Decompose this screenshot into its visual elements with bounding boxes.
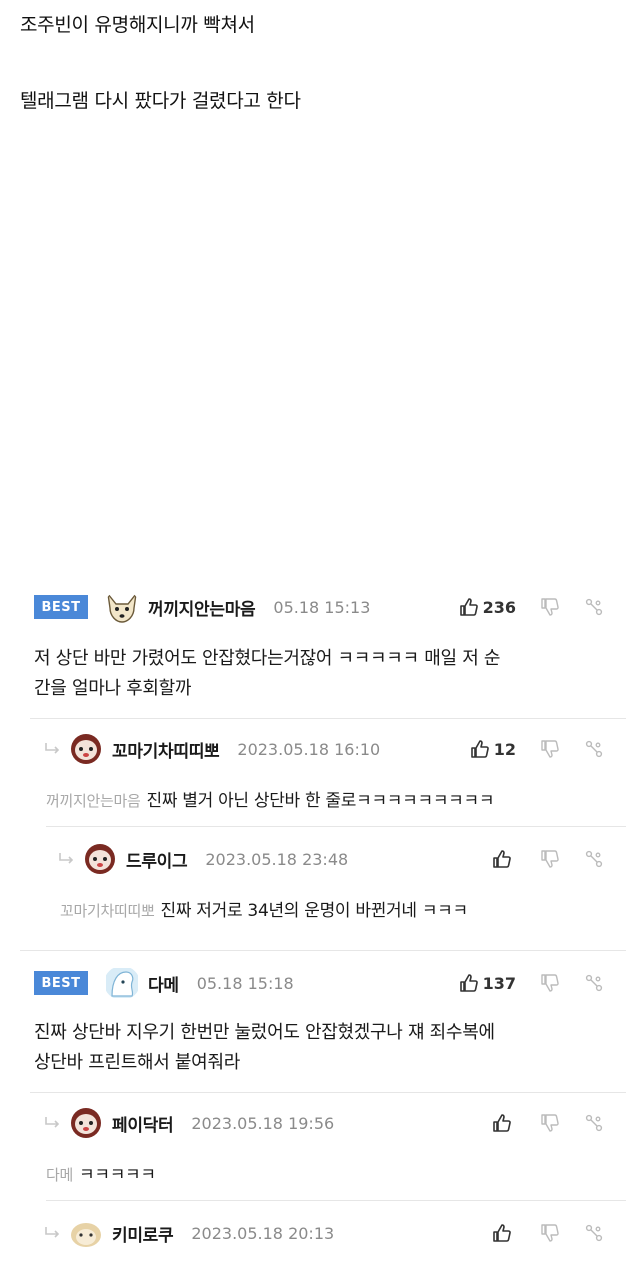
- thumbs-down-icon[interactable]: [540, 973, 560, 993]
- reply-header: 드루이그 2023.05.18 23:48: [58, 842, 348, 876]
- thumbs-down-icon[interactable]: [540, 1113, 560, 1133]
- comment-text-line: 상단바 프린트해서 붙여줘라: [34, 1052, 240, 1073]
- post-line-2: 텔래그램 다시 팠다가 걸렸다고 한다: [20, 90, 301, 112]
- reply-arrow-icon: [44, 1226, 62, 1240]
- divider: [46, 826, 626, 827]
- comment-text-line: 간을 얼마나 후회할까: [34, 678, 192, 699]
- reply-header: 페이닥터 2023.05.18 19:56: [44, 1106, 334, 1140]
- reply-content: ㅋㅋㅋㅋㅋ: [79, 1165, 156, 1185]
- avatar[interactable]: [68, 1106, 104, 1140]
- reply-content: 진짜 저거로 34년의 운명이 바뀐거네 ㅋㅋㅋ: [160, 901, 469, 921]
- comment-text-line: 진짜 상단바 지우기 한번만 눌렀어도 안잡혔겠구나 쟤 죄수복에: [34, 1022, 495, 1043]
- avatar[interactable]: [104, 966, 140, 1000]
- comment-nickname[interactable]: 키미로쿠: [112, 1221, 174, 1246]
- like-button[interactable]: 137: [459, 973, 516, 993]
- post-line-1: 조주빈이 유명해지니까 빡쳐서: [20, 14, 255, 36]
- reply-header: 키미로쿠 2023.05.18 20:13: [44, 1216, 334, 1250]
- reply-text: 꼬마기차띠띠뽀 진짜 저거로 34년의 운명이 바뀐거네 ㅋㅋㅋ: [60, 896, 468, 921]
- reply-arrow-icon: [44, 742, 62, 756]
- like-button[interactable]: 12: [470, 739, 516, 759]
- thumbs-down-icon[interactable]: [540, 849, 560, 869]
- reply-mention[interactable]: 꼬마기차띠띠뽀: [60, 902, 155, 920]
- comment-actions: [492, 842, 604, 876]
- comment-actions: [492, 1106, 604, 1140]
- best-badge: BEST: [34, 595, 88, 619]
- thumbs-up-icon: [470, 739, 490, 759]
- comment-text-line: 저 상단 바만 가렸어도 안잡혔다는거잖어 ㅋㅋㅋㅋㅋ 매일 저 순: [34, 648, 501, 669]
- thumbs-down-icon[interactable]: [540, 1223, 560, 1243]
- comment-time: 2023.05.18 20:13: [191, 1223, 335, 1243]
- best-badge: BEST: [34, 971, 88, 995]
- share-icon[interactable]: [584, 1223, 604, 1243]
- comment-time: 2023.05.18 16:10: [237, 739, 381, 759]
- reply-arrow-icon: [58, 852, 76, 866]
- reply-mention[interactable]: 꺼끼지안는마음: [46, 792, 141, 810]
- avatar[interactable]: [82, 842, 118, 876]
- comment-actions: [492, 1216, 604, 1250]
- comment-nickname[interactable]: 드루이그: [126, 847, 188, 872]
- comment-time: 05.18 15:13: [273, 597, 371, 617]
- thumbs-up-icon: [459, 597, 479, 617]
- comment-actions: 137: [459, 966, 604, 1000]
- share-icon[interactable]: [584, 739, 604, 759]
- divider: [30, 718, 626, 719]
- thumbs-up-icon: [492, 1223, 512, 1243]
- comment-time: 2023.05.18 19:56: [191, 1113, 335, 1133]
- like-count: 12: [493, 739, 516, 759]
- like-button[interactable]: [492, 849, 516, 869]
- divider: [20, 950, 626, 951]
- comment-nickname[interactable]: 꼬마기차띠띠뽀: [112, 737, 220, 762]
- comment-actions: 12: [470, 732, 604, 766]
- like-count: 137: [482, 973, 516, 993]
- reply-header: 꼬마기차띠띠뽀 2023.05.18 16:10: [44, 732, 380, 766]
- comment-nickname[interactable]: 꺼끼지안는마음: [148, 595, 256, 620]
- avatar[interactable]: [68, 732, 104, 766]
- like-button[interactable]: [492, 1223, 516, 1243]
- like-button[interactable]: 236: [459, 597, 516, 617]
- reply-text: 꺼끼지안는마음 진짜 별거 아닌 상단바 한 줄로ㅋㅋㅋㅋㅋㅋㅋㅋㅋ: [46, 786, 494, 811]
- comment-time: 2023.05.18 23:48: [205, 849, 349, 869]
- like-count: 236: [482, 597, 516, 617]
- comment-text: 저 상단 바만 가렸어도 안잡혔다는거잖어 ㅋㅋㅋㅋㅋ 매일 저 순 간을 얼마…: [34, 644, 500, 704]
- comment-header: BEST 꺼끼지안는마음 05.18 15:13: [34, 590, 370, 624]
- divider: [46, 1200, 626, 1201]
- thumbs-down-icon[interactable]: [540, 597, 560, 617]
- share-icon[interactable]: [584, 597, 604, 617]
- comment-actions: 236: [459, 590, 604, 624]
- comment-header: BEST 다메 05.18 15:18: [34, 966, 294, 1000]
- reply-mention[interactable]: 다메: [46, 1166, 73, 1184]
- share-icon[interactable]: [584, 849, 604, 869]
- avatar[interactable]: [104, 590, 140, 624]
- share-icon[interactable]: [584, 973, 604, 993]
- thumbs-up-icon: [492, 1113, 512, 1133]
- reply-text: 다메 ㅋㅋㅋㅋㅋ: [46, 1160, 156, 1185]
- like-button[interactable]: [492, 1113, 516, 1133]
- comment-nickname[interactable]: 다메: [148, 971, 179, 996]
- comment-text: 진짜 상단바 지우기 한번만 눌렀어도 안잡혔겠구나 쟤 죄수복에 상단바 프린…: [34, 1018, 495, 1078]
- thumbs-down-icon[interactable]: [540, 739, 560, 759]
- comment-time: 05.18 15:18: [196, 973, 294, 993]
- avatar[interactable]: [68, 1216, 104, 1250]
- reply-content: 진짜 별거 아닌 상단바 한 줄로ㅋㅋㅋㅋㅋㅋㅋㅋㅋ: [146, 791, 495, 811]
- comment-nickname[interactable]: 페이닥터: [112, 1111, 174, 1136]
- divider: [30, 1092, 626, 1093]
- thumbs-up-icon: [459, 973, 479, 993]
- share-icon[interactable]: [584, 1113, 604, 1133]
- reply-arrow-icon: [44, 1116, 62, 1130]
- thumbs-up-icon: [492, 849, 512, 869]
